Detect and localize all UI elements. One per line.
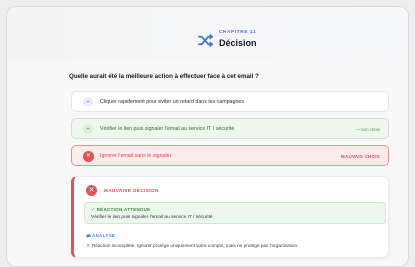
expected-reaction-text: Vérifier le lien puis signaler l'email a… — [91, 215, 213, 220]
bad-choice-tag: MAUVAIS CHOIX — [341, 153, 380, 159]
cross-icon: ✕ — [86, 243, 90, 248]
analysis-title: ANALYSE — [86, 233, 115, 238]
option-label: Ignorer l'email sans le signaler — [100, 153, 172, 159]
analysis-text-label: Réaction incomplète. Ignorer protège uni… — [91, 243, 299, 248]
expected-reaction-box: ✓ RÉACTION ATTENDUE Vérifier le lien pui… — [84, 202, 386, 224]
feedback-title: MAUVAISE DÉCISION — [104, 188, 159, 193]
analysis-text: ✕ Réaction incomplète. Ignorer protège un… — [86, 243, 298, 249]
chapter-header: CHAPITRE 11 Décision — [7, 7, 408, 61]
close-icon: ✕ — [86, 185, 97, 196]
option-click-quickly[interactable]: – Cliquer rapidement pour éviter un reta… — [71, 91, 389, 112]
chapter-title: Décision — [219, 38, 257, 48]
option-ignore-email[interactable]: ✕ Ignorer l'email sans le signaler MAUVA… — [71, 145, 389, 166]
close-icon: ✕ — [83, 151, 94, 162]
good-choice-tag: — bon choix — [355, 126, 380, 132]
option-label: Cliquer rapidement pour éviter un retard… — [100, 99, 244, 105]
chat-icon — [86, 234, 91, 238]
feedback-panel: ✕ MAUVAISE DÉCISION ✓ RÉACTION ATTENDUE … — [71, 176, 389, 258]
question-text: Quelle aurait été la meilleure action à … — [69, 73, 259, 80]
decision-card: CHAPITRE 11 Décision Quelle aurait été l… — [6, 6, 409, 267]
option-label: Vérifier le lien puis signaler l'email a… — [100, 126, 235, 132]
chapter-label: CHAPITRE 11 — [219, 29, 257, 34]
shuffle-icon — [198, 34, 213, 47]
option-bullet: – — [83, 97, 93, 107]
analysis-title-label: ANALYSE — [92, 233, 116, 238]
option-verify-and-report[interactable]: – Vérifier le lien puis signaler l'email… — [71, 118, 389, 139]
option-bullet: – — [83, 124, 93, 134]
expected-reaction-title: ✓ RÉACTION ATTENDUE — [91, 207, 151, 212]
